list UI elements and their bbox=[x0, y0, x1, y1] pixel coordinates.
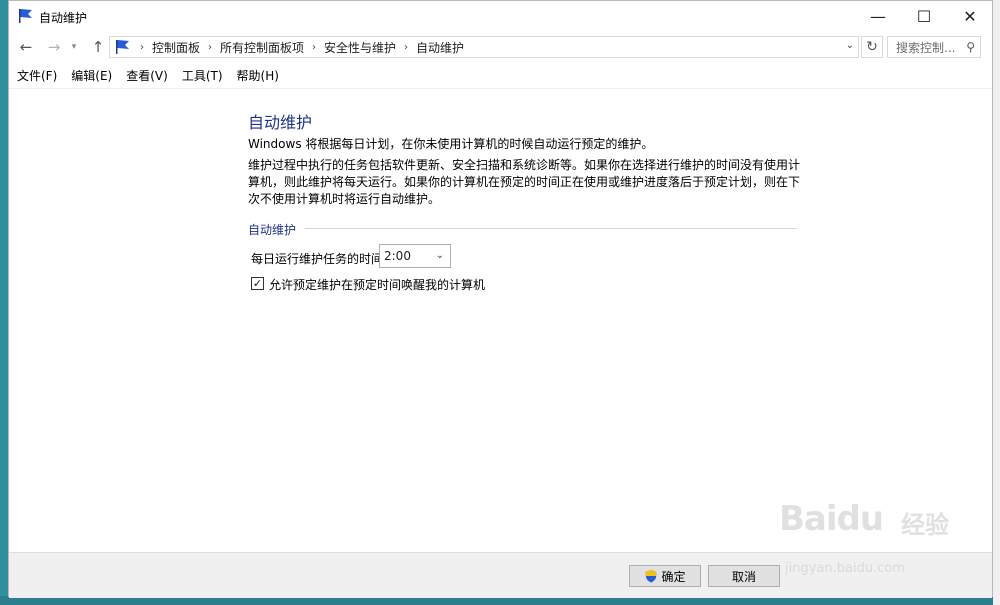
refresh-icon[interactable]: ↻ bbox=[861, 36, 883, 58]
desktop-background-right bbox=[993, 0, 1000, 605]
minimize-button[interactable]: — bbox=[855, 1, 901, 31]
menu-help[interactable]: 帮助(H) bbox=[237, 67, 279, 84]
desktop-background bbox=[0, 0, 8, 605]
intro-text: Windows 将根据每日计划，在你未使用计算机的时候自动运行预定的维护。 bbox=[248, 137, 654, 151]
search-input[interactable]: 搜索控制... ⚲ bbox=[887, 36, 981, 58]
navigation-bar: ← → ▾ ↑ › 控制面板 › 所有控制面板项 › 安全性与维护 › 自动维护… bbox=[9, 31, 992, 63]
breadcrumb-separator-icon: › bbox=[140, 41, 144, 53]
page-title: 自动维护 bbox=[248, 113, 313, 132]
selected-time-value: 2:00 bbox=[384, 249, 411, 263]
maximize-button[interactable]: ☐ bbox=[901, 1, 947, 31]
wake-computer-label[interactable]: 允许预定维护在预定时间唤醒我的计算机 bbox=[269, 276, 485, 293]
back-arrow-icon[interactable]: ← bbox=[15, 37, 37, 57]
close-button[interactable]: ✕ bbox=[947, 1, 993, 31]
dialog-footer: 确定 取消 bbox=[9, 553, 992, 598]
forward-arrow-icon[interactable]: → bbox=[43, 37, 65, 57]
wake-computer-checkbox[interactable]: ✓ bbox=[251, 277, 264, 290]
menu-file[interactable]: 文件(F) bbox=[17, 67, 57, 84]
menu-tools[interactable]: 工具(T) bbox=[182, 67, 223, 84]
cancel-button[interactable]: 取消 bbox=[708, 565, 780, 587]
ok-button-label: 确定 bbox=[661, 569, 686, 584]
breadcrumb-control-panel[interactable]: 控制面板 bbox=[152, 39, 200, 56]
search-placeholder: 搜索控制... bbox=[896, 40, 956, 55]
cancel-button-label: 取消 bbox=[731, 569, 756, 584]
description-text: 维护过程中执行的任务包括软件更新、安全扫描和系统诊断等。如果你在选择进行维护的时… bbox=[248, 158, 801, 206]
menu-bar: 文件(F) 编辑(E) 查看(V) 工具(T) 帮助(H) bbox=[9, 63, 992, 89]
search-icon[interactable]: ⚲ bbox=[966, 40, 975, 54]
address-history-chevron-icon[interactable]: ⌄ bbox=[846, 40, 854, 51]
group-title: 自动维护 bbox=[248, 223, 297, 237]
window-title: 自动维护 bbox=[39, 11, 88, 25]
main-content: 自动维护 Windows 将根据每日计划，在你未使用计算机的时候自动运行预定的维… bbox=[9, 89, 992, 549]
auto-maintenance-window: 自动维护 — ☐ ✕ ← → ▾ ↑ › 控制面板 › 所有控制面板项 › 安全… bbox=[8, 0, 993, 598]
recent-locations-chevron-icon[interactable]: ▾ bbox=[67, 37, 81, 57]
uac-shield-icon bbox=[645, 570, 657, 583]
chevron-down-icon: ⌄ bbox=[435, 250, 444, 261]
maintenance-time-select[interactable]: 2:00 ⌄ bbox=[379, 244, 451, 268]
breadcrumb-auto-maintenance[interactable]: 自动维护 bbox=[416, 39, 464, 56]
menu-edit[interactable]: 编辑(E) bbox=[71, 67, 112, 84]
up-arrow-icon[interactable]: ↑ bbox=[87, 37, 109, 57]
breadcrumb-security-maintenance[interactable]: 安全性与维护 bbox=[324, 39, 396, 56]
address-bar[interactable]: › 控制面板 › 所有控制面板项 › 安全性与维护 › 自动维护 ⌄ bbox=[109, 36, 859, 58]
menu-view[interactable]: 查看(V) bbox=[126, 67, 168, 84]
checkmark-icon: ✓ bbox=[252, 277, 263, 290]
control-panel-flag-icon bbox=[116, 40, 129, 54]
breadcrumb-separator-icon[interactable]: › bbox=[312, 42, 316, 53]
ok-button[interactable]: 确定 bbox=[629, 565, 701, 587]
maintenance-time-label: 每日运行维护任务的时间 bbox=[251, 252, 384, 266]
breadcrumb-all-items[interactable]: 所有控制面板项 bbox=[220, 39, 304, 56]
group-divider bbox=[305, 228, 797, 229]
title-bar: 自动维护 — ☐ ✕ bbox=[9, 1, 992, 31]
breadcrumb-separator-icon[interactable]: › bbox=[404, 42, 408, 53]
control-panel-flag-icon bbox=[19, 9, 32, 23]
breadcrumb-separator-icon[interactable]: › bbox=[208, 42, 212, 53]
